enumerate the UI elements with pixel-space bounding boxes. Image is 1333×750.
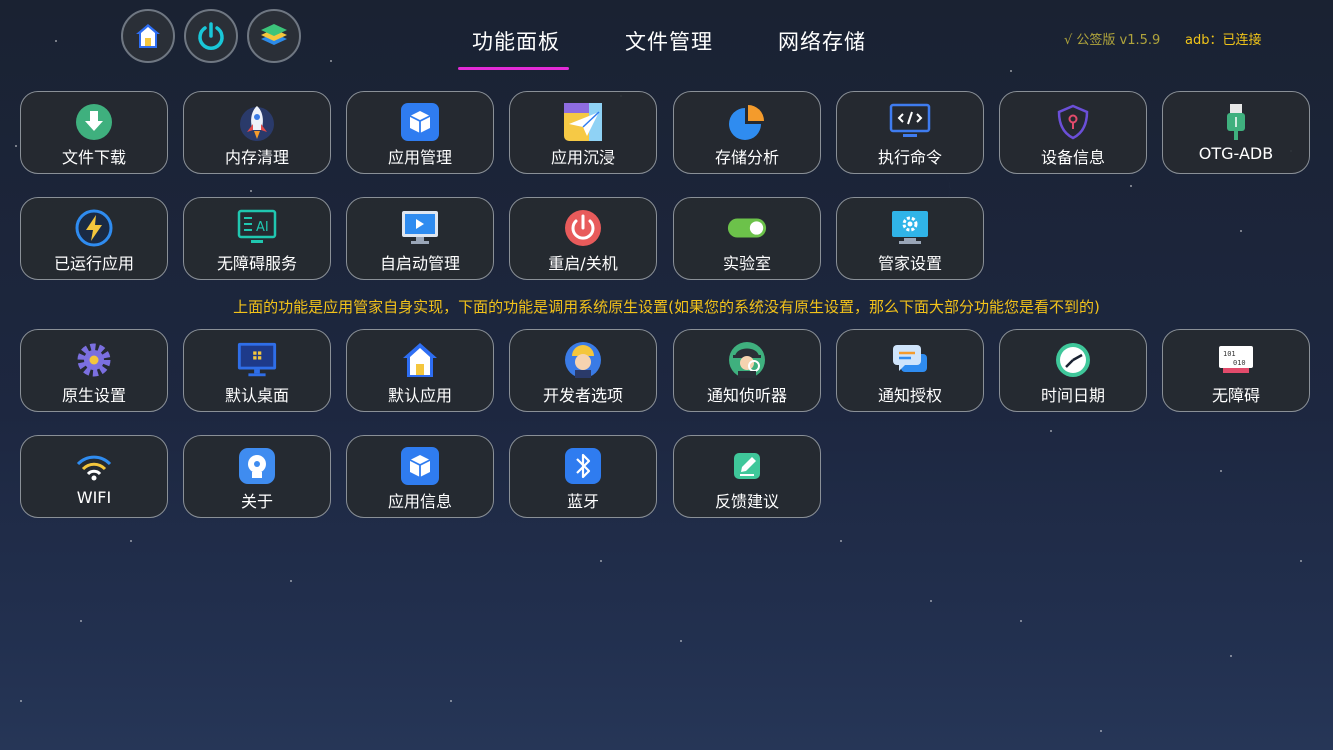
tile-label: OTG-ADB xyxy=(1198,144,1274,163)
svg-text:101: 101 xyxy=(1223,350,1236,358)
settings-monitor-icon xyxy=(892,211,928,244)
tile-label: 存储分析 xyxy=(714,148,779,167)
tile-label: 已运行应用 xyxy=(53,254,134,273)
tile-notification-listener[interactable]: 通知侦听器 xyxy=(673,329,821,412)
clock-icon xyxy=(1056,343,1090,377)
tile-default-apps[interactable]: 默认应用 xyxy=(346,329,494,412)
tile-wifi[interactable]: WIFI xyxy=(20,435,168,518)
tile-label: 关于 xyxy=(240,492,273,511)
tile-label: 蓝牙 xyxy=(566,492,599,511)
version-label: √ 公签版 v1.5.9 xyxy=(1064,33,1161,48)
tile-label: 实验室 xyxy=(722,254,771,273)
bluetooth-icon xyxy=(565,448,601,484)
tile-label: 原生设置 xyxy=(61,386,126,405)
active-tab-indicator xyxy=(458,67,569,70)
tile-app-manager[interactable]: 应用管理 xyxy=(346,91,494,174)
tile-otg-adb[interactable]: OTG-ADB xyxy=(1162,91,1310,174)
tile-app-info[interactable]: 应用信息 xyxy=(346,435,494,518)
tab-network-storage[interactable]: 网络存储 xyxy=(778,26,866,56)
pie-chart-icon xyxy=(729,105,764,140)
paper-plane-icon xyxy=(564,103,602,141)
home-button[interactable] xyxy=(121,9,175,63)
gear-icon xyxy=(77,343,111,377)
chat-icon xyxy=(893,345,927,372)
tile-device-info[interactable]: 设备信息 xyxy=(999,91,1147,174)
tile-bluetooth[interactable]: 蓝牙 xyxy=(509,435,657,518)
tile-feedback[interactable]: 反馈建议 xyxy=(673,435,821,518)
developer-icon xyxy=(565,342,601,378)
tile-label: 应用沉浸 xyxy=(550,148,615,167)
home-icon xyxy=(136,24,160,48)
tile-default-desktop[interactable]: 默认桌面 xyxy=(183,329,331,412)
tile-label: 反馈建议 xyxy=(714,492,779,511)
binary-monitor-icon: 101 010 xyxy=(1219,346,1253,373)
tile-file-download[interactable]: 文件下载 xyxy=(20,91,168,174)
usb-icon xyxy=(1227,104,1245,140)
rocket-icon xyxy=(240,106,274,141)
desktop-icon xyxy=(237,342,277,377)
tile-label: 执行命令 xyxy=(877,148,942,167)
lightning-icon xyxy=(75,209,113,247)
tile-reboot-shutdown[interactable]: 重启/关机 xyxy=(509,197,657,280)
svg-text:010: 010 xyxy=(1233,359,1246,367)
power-icon xyxy=(565,210,601,246)
tile-date-time[interactable]: 时间日期 xyxy=(999,329,1147,412)
home-icon xyxy=(403,343,437,377)
tile-startup-manager[interactable]: 自启动管理 xyxy=(346,197,494,280)
power-button[interactable] xyxy=(184,9,238,63)
tile-label: 通知侦听器 xyxy=(706,386,787,405)
tile-label: 应用信息 xyxy=(387,492,452,511)
tile-label: 无障碍服务 xyxy=(216,254,297,273)
tile-accessibility[interactable]: 101 010 无障碍 xyxy=(1162,329,1310,412)
tile-developer-options[interactable]: 开发者选项 xyxy=(509,329,657,412)
edit-icon xyxy=(734,453,760,479)
tile-label: 重启/关机 xyxy=(548,254,618,273)
tile-running-apps[interactable]: 已运行应用 xyxy=(20,197,168,280)
layers-button[interactable] xyxy=(247,9,301,63)
tile-label: 无障碍 xyxy=(1211,386,1260,405)
tile-label: 设备信息 xyxy=(1040,148,1105,167)
shield-icon xyxy=(1057,104,1089,140)
tile-label: 管家设置 xyxy=(877,254,942,273)
tile-storage-analysis[interactable]: 存储分析 xyxy=(673,91,821,174)
tile-label: 内存清理 xyxy=(224,148,289,167)
tile-execute-command[interactable]: 执行命令 xyxy=(836,91,984,174)
spy-icon xyxy=(729,342,765,378)
tab-function-panel[interactable]: 功能面板 xyxy=(472,26,560,56)
tile-native-settings[interactable]: 原生设置 xyxy=(20,329,168,412)
tile-app-settings[interactable]: 管家设置 xyxy=(836,197,984,280)
tile-label: 通知授权 xyxy=(877,386,942,405)
tile-accessibility-service[interactable]: AI 无障碍服务 xyxy=(183,197,331,280)
tile-label: 自启动管理 xyxy=(379,254,460,273)
notice-text: 上面的功能是应用管家自身实现，下面的功能是调用系统原生设置(如果您的系统没有原生… xyxy=(233,298,1100,316)
tile-label: 应用管理 xyxy=(387,148,452,167)
package-box-icon xyxy=(401,103,439,141)
tab-file-manager[interactable]: 文件管理 xyxy=(625,26,713,56)
layers-icon xyxy=(261,24,287,45)
svg-text:AI: AI xyxy=(256,220,269,235)
tile-label: 默认桌面 xyxy=(224,386,289,405)
power-icon xyxy=(198,22,224,50)
wifi-icon xyxy=(76,455,112,481)
toggle-icon xyxy=(727,218,767,238)
tile-lab[interactable]: 实验室 xyxy=(673,197,821,280)
ai-monitor-icon: AI xyxy=(237,209,277,243)
adb-status: adb：已连接 xyxy=(1185,33,1262,48)
tile-app-immersive[interactable]: 应用沉浸 xyxy=(509,91,657,174)
tile-notification-permission[interactable]: 通知授权 xyxy=(836,329,984,412)
tile-label: 开发者选项 xyxy=(542,386,623,405)
tile-label: 文件下载 xyxy=(61,148,126,167)
tile-label: 默认应用 xyxy=(387,386,452,405)
tile-about[interactable]: 关于 xyxy=(183,435,331,518)
startup-monitor-icon xyxy=(402,211,438,244)
info-badge-icon xyxy=(239,448,275,484)
package-box-icon xyxy=(401,447,439,485)
tile-label: WIFI xyxy=(76,488,112,507)
tile-memory-clean[interactable]: 内存清理 xyxy=(183,91,331,174)
download-icon xyxy=(76,104,112,140)
code-monitor-icon xyxy=(889,103,931,137)
tile-label: 时间日期 xyxy=(1040,386,1105,405)
